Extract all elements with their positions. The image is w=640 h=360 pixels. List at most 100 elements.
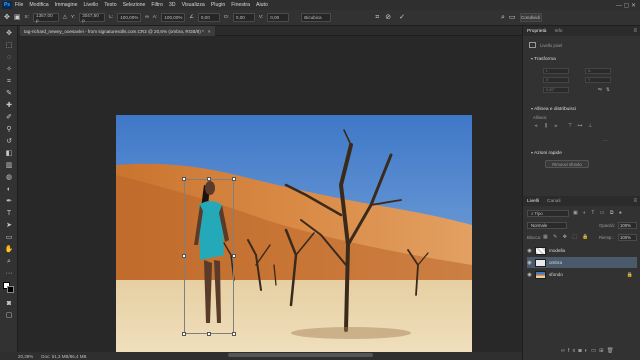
menu-view[interactable]: Visualizza [182,2,205,8]
transform-handle-tl[interactable] [182,177,186,181]
panel-menu-icon[interactable]: ≡ [633,28,637,34]
more-tools-icon[interactable]: ··· [3,268,15,278]
gradient-tool-icon[interactable]: ▥ [3,160,15,170]
lasso-tool-icon[interactable]: ◌ [3,52,15,62]
interpolation-select[interactable]: Bicubica [301,13,332,22]
layers-menu-icon[interactable]: ≡ [633,198,637,204]
height-field[interactable]: 100,00% [161,13,186,22]
delete-layer-icon[interactable]: 🗑 [607,348,617,354]
link-layers-icon[interactable]: ∞ [561,348,568,354]
close-tab-icon[interactable]: × [208,29,211,34]
menu-image[interactable]: Immagine [55,2,78,8]
doc-info[interactable]: Doc: 51,3 MB/86,4 MB [41,354,86,359]
zoom-tool-icon[interactable]: ⌕ [3,256,15,266]
blur-tool-icon[interactable]: ◍ [3,172,15,182]
transform-w-field[interactable]: L [543,68,569,74]
align-section-title[interactable]: Allinea e distribuisci [531,106,576,112]
blend-mode-select[interactable]: Normale [527,222,567,229]
tab-info[interactable]: Info [554,29,562,34]
magic-wand-icon[interactable]: ✧ [3,64,15,74]
layer-name[interactable]: ombra [549,260,562,265]
layer-name[interactable]: sfondo [549,272,563,277]
tab-properties[interactable]: Proprietà [527,29,546,34]
image-canvas[interactable] [116,115,472,352]
share-button[interactable]: Condividi [519,13,542,22]
flip-horizontal-icon[interactable]: ⇋ [597,87,603,93]
fill-field[interactable]: 100% [618,234,637,241]
clone-stamp-icon[interactable]: ⚲ [3,124,15,134]
warp-icon[interactable]: ⌗ [375,14,379,21]
align-right-icon[interactable]: ⫸ [553,123,559,129]
transform-handle-br[interactable] [232,332,236,336]
eraser-tool-icon[interactable]: ◧ [3,148,15,158]
dodge-tool-icon[interactable]: ◐ [3,184,15,194]
transform-handle-tc[interactable] [207,177,211,181]
layer-name[interactable]: modella [549,248,565,253]
visibility-eye-icon[interactable]: ◉ [527,248,532,254]
transform-bounding-box[interactable] [184,179,234,334]
transform-section-title[interactable]: Trasforma [531,56,556,62]
eyedropper-icon[interactable]: ✎ [3,88,15,98]
menu-type[interactable]: Testo [104,2,116,8]
layer-filter-select[interactable]: ⌕ Tipo [527,210,569,217]
menu-plugins[interactable]: Plugin [211,2,225,8]
transform-handle-mr[interactable] [232,254,236,258]
zoom-level[interactable]: 20,39% [18,354,33,359]
search-icon[interactable]: ⌕ [501,14,505,21]
history-brush-icon[interactable]: ↺ [3,136,15,146]
remove-background-button[interactable]: Rimuovi sfondo [545,160,589,168]
flip-vertical-icon[interactable]: ⇅ [605,87,611,93]
new-layer-icon[interactable]: ⊞ [599,348,607,354]
visibility-eye-icon[interactable]: ◉ [527,260,532,266]
marquee-tool-icon[interactable]: ⬚ [3,40,15,50]
tab-layers[interactable]: Livelli [527,199,539,204]
align-hcenter-icon[interactable]: ⫼ [543,123,549,129]
delta-icon[interactable]: △ [63,15,67,20]
x-field[interactable]: 1357,00 p [33,13,60,23]
menu-window[interactable]: Finestra [231,2,250,8]
quick-actions-title[interactable]: Azioni rapide [531,150,562,156]
link-icon[interactable]: ∞ [145,15,149,20]
transform-handle-bc[interactable] [207,332,211,336]
document-tab[interactable]: tag-richard_newey_ooesavlei - from signa… [20,26,215,36]
quick-mask-icon[interactable]: ◙ [3,298,15,308]
menu-file[interactable]: File [15,2,23,8]
background-color-swatch[interactable] [7,286,14,293]
path-selection-icon[interactable]: ➤ [3,220,15,230]
workspace-icon[interactable]: ▭ [509,14,516,21]
layer-row-modella[interactable]: ◉ modella [527,245,637,256]
menu-help[interactable]: Aiuto [256,2,268,8]
layer-filter-icons[interactable]: ▣ ◐ T ▭ ⧉ ● [573,210,624,216]
cancel-transform-icon[interactable]: ⊘ [385,14,391,21]
align-vcenter-icon[interactable]: ⊶ [577,123,583,129]
screen-mode-icon[interactable]: ▢ [3,310,15,320]
width-field[interactable]: 100,00% [117,13,142,22]
angle-field[interactable]: 0,00 [197,13,220,22]
shape-tool-icon[interactable]: ▭ [3,232,15,242]
transform-handle-bl[interactable] [182,332,186,336]
menu-3d[interactable]: 3D [169,2,176,8]
commit-transform-icon[interactable]: ✓ [399,14,405,21]
transform-x-field[interactable]: X [543,77,569,83]
layer-row-ombra[interactable]: ◉ ombra [527,257,637,268]
menu-filter[interactable]: Filtro [151,2,163,8]
hand-tool-icon[interactable]: ✋ [3,244,15,254]
visibility-eye-icon[interactable]: ◉ [527,272,532,278]
horizontal-scrollbar[interactable] [228,353,373,357]
y-field[interactable]: 3047,50 p [79,13,106,23]
crop-tool-icon[interactable]: ⌗ [3,76,15,86]
reference-point-icon[interactable]: ▣ [14,14,21,21]
window-controls-icon[interactable]: — ▢ ✕ [616,2,636,9]
align-left-icon[interactable]: ⫷ [533,123,539,129]
menu-edit[interactable]: Modifica [29,2,48,8]
healing-brush-icon[interactable]: ✚ [3,100,15,110]
align-top-icon[interactable]: ⊤ [567,123,573,129]
transform-h-field[interactable]: A [585,68,611,74]
layer-row-sfondo[interactable]: ◉ sfondo 🔒 [527,269,637,280]
transform-handle-ml[interactable] [182,254,186,258]
group-icon[interactable]: ▭ [591,348,599,354]
menu-layer[interactable]: Livello [83,2,98,8]
more-options-icon[interactable]: ··· [603,138,607,143]
move-tool-icon[interactable]: ✥ [3,28,15,38]
transform-angle-field[interactable]: 0,00° [543,87,569,93]
